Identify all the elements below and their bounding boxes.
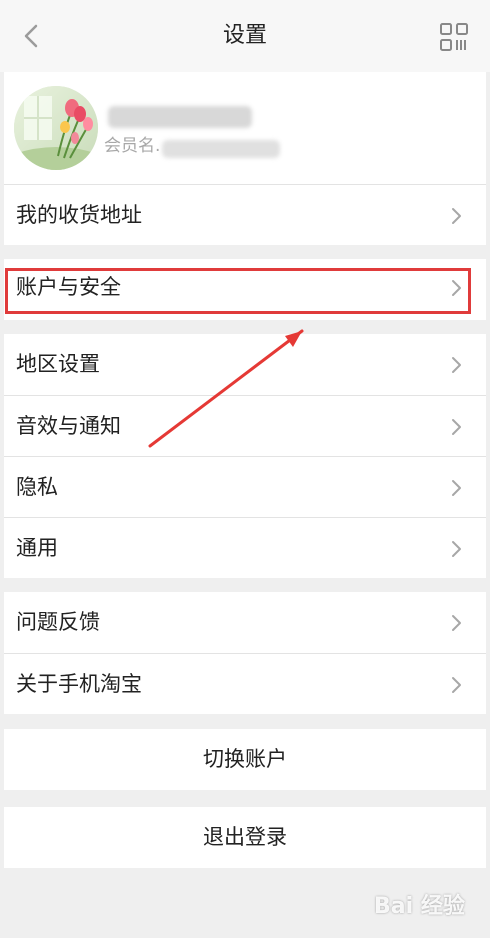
watermark: Bai 经验 bbox=[374, 894, 465, 919]
annotation-arrow bbox=[148, 329, 304, 448]
